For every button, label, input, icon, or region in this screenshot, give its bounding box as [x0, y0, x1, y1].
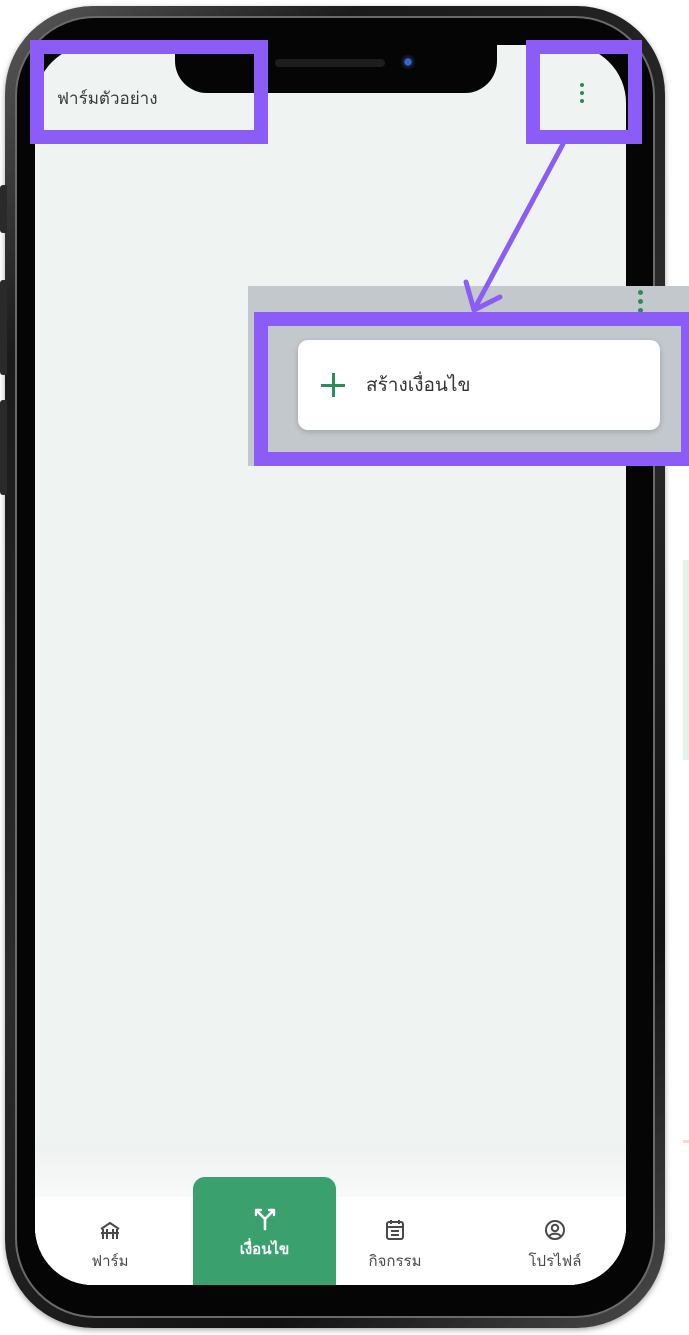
kebab-dot [637, 289, 643, 295]
kebab-dot [637, 307, 643, 313]
front-camera [401, 55, 415, 69]
kebab-dot [580, 99, 584, 103]
farm-icon [99, 1221, 121, 1241]
kebab-dot [637, 298, 643, 304]
nav-item-activities[interactable]: กิจกรรม [335, 1205, 455, 1285]
plus-icon [320, 372, 346, 398]
background-peek [683, 1140, 689, 1143]
profile-icon [544, 1219, 566, 1241]
calendar-icon [385, 1219, 405, 1241]
nav-item-profile[interactable]: โปรไฟล์ [495, 1205, 615, 1285]
nav-item-farm[interactable]: ฟาร์ม [50, 1205, 170, 1285]
nav-item-conditions[interactable]: เงื่อนไข [193, 1177, 336, 1285]
app-screen: ฟาร์มตัวอย่าง ฟาร์ม เงื่อนไข กิจกรรม โปร… [35, 45, 626, 1285]
mute-switch [0, 185, 7, 233]
nav-item-label: โปรไฟล์ [528, 1252, 582, 1270]
volume-down-button [0, 400, 7, 495]
kebab-dot [580, 83, 584, 87]
bottom-navigation: ฟาร์ม เงื่อนไข กิจกรรม โปรไฟล์ [35, 1143, 626, 1285]
speaker-grille [275, 59, 385, 67]
branch-icon [254, 1207, 276, 1231]
nav-item-label: ฟาร์ม [91, 1252, 129, 1270]
kebab-dot [580, 91, 584, 95]
more-options-icon[interactable] [571, 78, 593, 108]
phone-mockup: ฟาร์มตัวอย่าง ฟาร์ม เงื่อนไข กิจกรรม โปร… [0, 0, 689, 1335]
nav-item-label: เงื่อนไข [239, 1240, 290, 1258]
background-peek [683, 560, 689, 760]
page-title: ฟาร์มตัวอย่าง [57, 89, 158, 109]
more-options-icon [632, 288, 648, 314]
create-condition-menu-item[interactable]: สร้างเงื่อนไข [298, 340, 660, 430]
volume-up-button [0, 280, 7, 375]
nav-item-label: กิจกรรม [368, 1252, 422, 1270]
menu-item-label: สร้างเงื่อนไข [366, 374, 471, 396]
notch [175, 45, 497, 93]
zoomed-menu-callout: สร้างเงื่อนไข [248, 286, 689, 466]
